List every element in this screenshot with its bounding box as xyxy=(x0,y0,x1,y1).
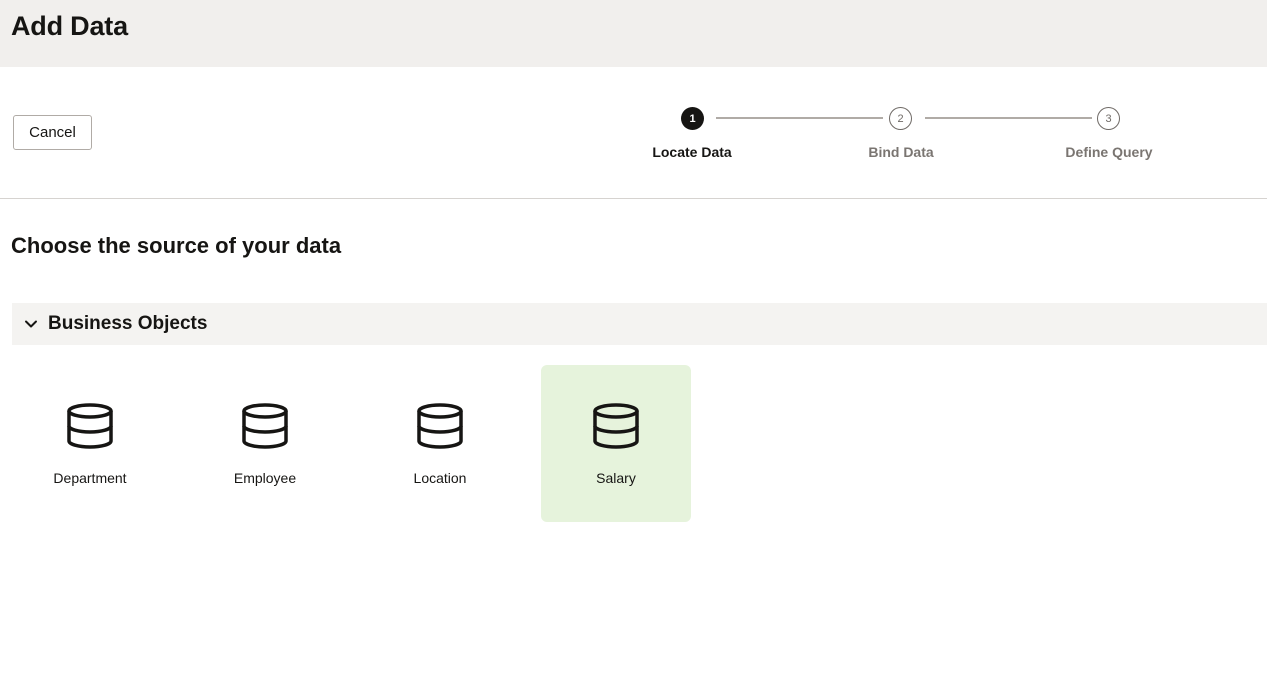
step-3-indicator[interactable]: 3 xyxy=(1097,107,1120,130)
step-connector-1-2 xyxy=(716,117,883,119)
tile-label: Salary xyxy=(596,470,636,486)
business-objects-group-header[interactable]: Business Objects xyxy=(12,303,1267,345)
section-title: Choose the source of your data xyxy=(11,233,342,258)
database-icon xyxy=(417,403,463,449)
step-2-indicator[interactable]: 2 xyxy=(889,107,912,130)
step-1-label[interactable]: Locate Data xyxy=(652,144,731,160)
page-title: Add Data xyxy=(11,11,128,41)
business-object-tile-location[interactable]: Location xyxy=(365,365,515,522)
business-object-tile-salary[interactable]: Salary xyxy=(541,365,691,522)
business-object-tile-employee[interactable]: Employee xyxy=(190,365,340,522)
step-1-indicator[interactable]: 1 xyxy=(681,107,704,130)
chevron-down-icon xyxy=(25,320,37,328)
database-icon xyxy=(593,403,639,449)
page-header: Add Data xyxy=(0,0,1267,67)
tile-label: Location xyxy=(413,470,467,486)
tile-label: Employee xyxy=(233,470,297,486)
step-3-label[interactable]: Define Query xyxy=(1065,144,1152,160)
group-label: Business Objects xyxy=(48,313,208,334)
tile-label: Department xyxy=(53,470,127,486)
step-2-label[interactable]: Bind Data xyxy=(868,144,933,160)
wizard-toolbar: Cancel 1 2 3 Locate Data Bind Data Defin… xyxy=(0,67,1267,199)
database-icon xyxy=(67,403,113,449)
business-object-tile-department[interactable]: Department xyxy=(15,365,165,522)
step-connector-2-3 xyxy=(925,117,1092,119)
database-icon xyxy=(242,403,288,449)
step-train: 1 2 3 Locate Data Bind Data Define Query xyxy=(0,67,1267,199)
